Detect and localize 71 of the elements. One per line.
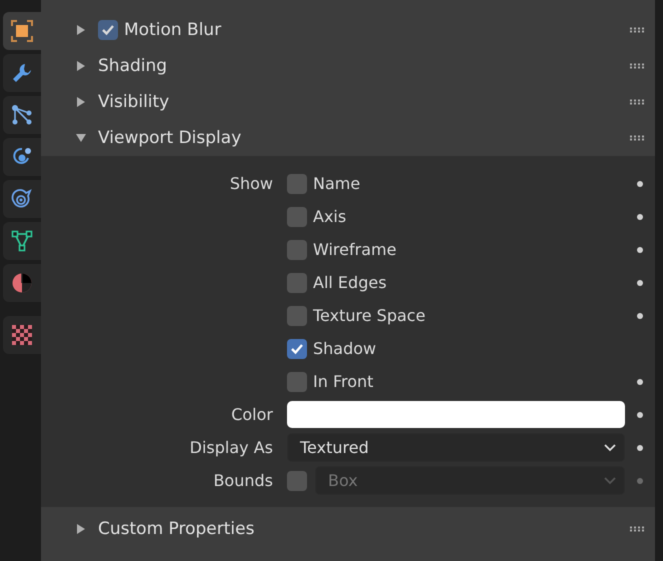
chevron-down-icon bbox=[604, 476, 616, 484]
collapsed-arrow-icon bbox=[76, 25, 86, 35]
particles-icon bbox=[11, 104, 33, 126]
field-label: Bounds bbox=[212, 471, 273, 490]
option-label: In Front bbox=[313, 372, 374, 391]
drag-handle-icon[interactable] bbox=[629, 63, 645, 69]
chevron-down-icon bbox=[604, 444, 616, 452]
panel-title: Motion Blur bbox=[124, 20, 222, 40]
checkbox[interactable]: Wireframe bbox=[287, 240, 625, 260]
properties-tab[interactable] bbox=[3, 180, 41, 218]
drag-handle-icon[interactable] bbox=[629, 27, 645, 33]
keyframe-dot-icon[interactable] bbox=[637, 412, 643, 418]
keyframe-dot-icon[interactable] bbox=[637, 246, 643, 252]
checkbox-box[interactable] bbox=[287, 240, 307, 260]
properties-tab[interactable] bbox=[3, 316, 41, 354]
checkbox-box[interactable] bbox=[287, 206, 307, 226]
checkbox[interactable]: In Front bbox=[287, 372, 625, 392]
panel-title: Shading bbox=[98, 56, 168, 76]
keyframe-dot-icon[interactable] bbox=[637, 444, 643, 450]
properties-tab[interactable] bbox=[3, 12, 41, 50]
option-label: Texture Space bbox=[313, 306, 426, 325]
keyframe-dot-icon[interactable] bbox=[637, 280, 643, 286]
keyframe-dot-icon[interactable] bbox=[637, 378, 643, 384]
properties-tab[interactable] bbox=[3, 264, 41, 302]
drag-handle-icon[interactable] bbox=[629, 99, 645, 105]
dropdown[interactable]: Textured bbox=[287, 433, 625, 462]
properties-tab[interactable] bbox=[3, 96, 41, 134]
material-icon bbox=[11, 272, 33, 294]
checkbox[interactable]: All Edges bbox=[287, 272, 625, 292]
mesh-icon bbox=[11, 230, 33, 252]
checkbox-box[interactable] bbox=[287, 338, 307, 358]
option-label: Axis bbox=[313, 207, 346, 226]
checker-icon bbox=[11, 324, 33, 346]
color-swatch[interactable] bbox=[287, 401, 625, 428]
wrench-icon bbox=[11, 62, 33, 84]
checkbox[interactable]: Shadow bbox=[287, 338, 625, 358]
checkmark-icon bbox=[290, 342, 304, 354]
constraint-icon bbox=[11, 188, 33, 210]
drag-handle-icon[interactable] bbox=[629, 135, 645, 141]
checkbox-box[interactable] bbox=[287, 306, 307, 326]
keyframe-dot-icon[interactable] bbox=[637, 312, 643, 318]
checkbox[interactable] bbox=[98, 20, 118, 40]
checkbox-box[interactable] bbox=[287, 174, 307, 194]
keyframe-dot-icon[interactable] bbox=[637, 214, 643, 220]
field-label: Display As bbox=[188, 438, 273, 457]
option-label: Name bbox=[313, 174, 360, 193]
checkbox[interactable]: Axis bbox=[287, 206, 625, 226]
collapsed-arrow-icon bbox=[76, 524, 86, 534]
checkbox-box[interactable] bbox=[287, 372, 307, 392]
properties-tab[interactable] bbox=[3, 54, 41, 92]
drag-handle-icon[interactable] bbox=[629, 526, 645, 532]
object-icon bbox=[11, 20, 33, 42]
keyframe-dot-icon[interactable] bbox=[637, 478, 643, 484]
collapsed-arrow-icon bbox=[76, 61, 86, 71]
field-label: Show bbox=[228, 174, 273, 193]
option-label: All Edges bbox=[313, 273, 387, 292]
option-label: Wireframe bbox=[313, 240, 396, 259]
properties-tab[interactable] bbox=[3, 222, 41, 260]
keyframe-dot-icon[interactable] bbox=[637, 180, 643, 186]
checkbox-box[interactable] bbox=[287, 272, 307, 292]
checkmark-icon bbox=[101, 24, 115, 36]
properties-tab[interactable] bbox=[3, 138, 41, 176]
option-label: Shadow bbox=[313, 339, 376, 358]
field-label: Color bbox=[230, 405, 273, 424]
panel-title: Custom Properties bbox=[98, 519, 256, 539]
checkbox[interactable]: Name bbox=[287, 174, 625, 194]
panel-title: Viewport Display bbox=[98, 128, 242, 148]
checkbox[interactable]: Texture Space bbox=[287, 306, 625, 326]
panel-title: Visibility bbox=[98, 92, 170, 112]
expanded-arrow-icon bbox=[76, 133, 86, 143]
collapsed-arrow-icon bbox=[76, 97, 86, 107]
